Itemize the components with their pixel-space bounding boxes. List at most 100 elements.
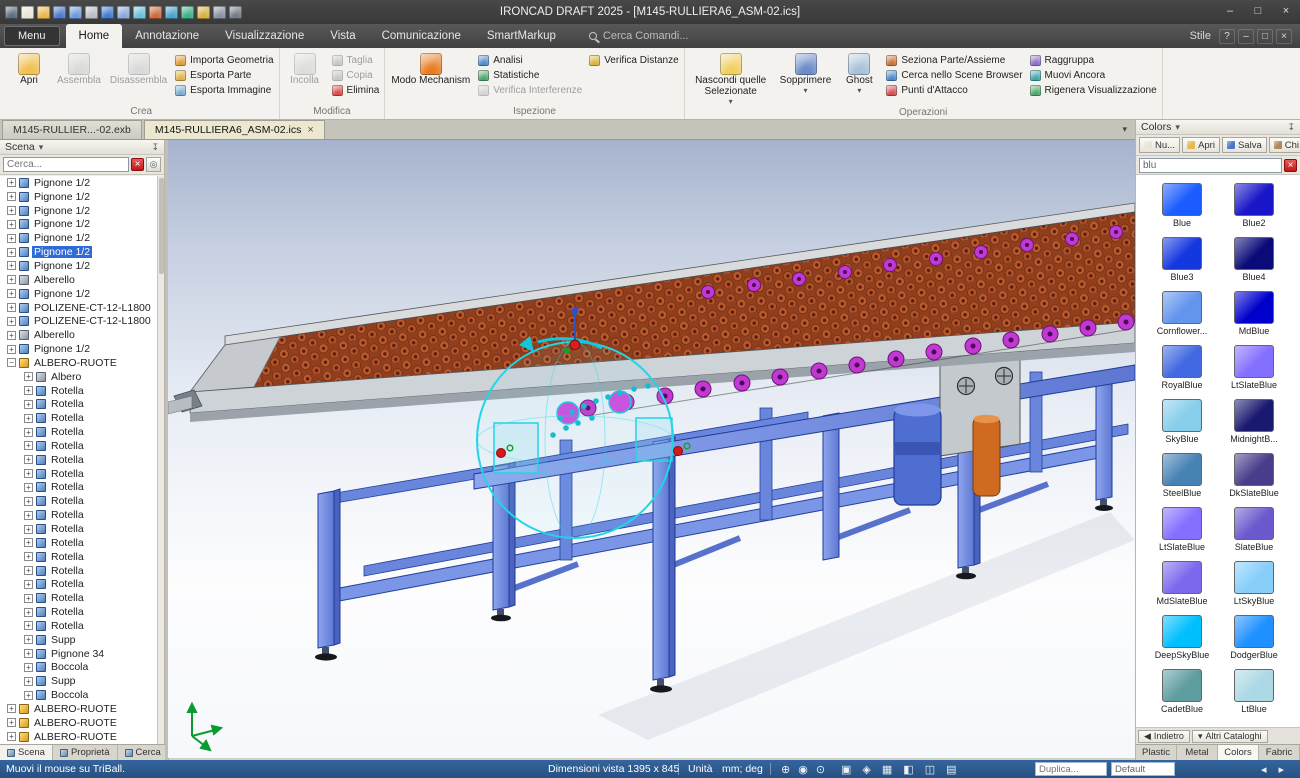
chevron-down-icon[interactable]: ▾ bbox=[39, 142, 44, 153]
tree-item[interactable]: +Rotella bbox=[0, 550, 157, 564]
chevron-down-icon[interactable]: ▾ bbox=[1175, 122, 1180, 133]
tree-item[interactable]: +Rotella bbox=[0, 494, 157, 508]
expand-icon[interactable]: + bbox=[7, 220, 16, 229]
swatch-steelblue[interactable]: SteelBlue bbox=[1148, 453, 1216, 498]
color-swatch[interactable] bbox=[1234, 237, 1274, 270]
panel-tab-cerca[interactable]: Cerca bbox=[118, 745, 169, 760]
tree-item[interactable]: +Alberello bbox=[0, 328, 157, 342]
menu-button[interactable]: Menu bbox=[4, 26, 60, 46]
shading-icon[interactable]: ◉ bbox=[795, 763, 811, 776]
cube-icon[interactable]: ▣ bbox=[838, 763, 854, 776]
expand-icon[interactable]: + bbox=[7, 275, 16, 284]
measure-icon[interactable] bbox=[197, 6, 210, 19]
swatch-dkslateblue[interactable]: DkSlateBlue bbox=[1220, 453, 1288, 498]
expand-icon[interactable]: + bbox=[7, 289, 16, 298]
tree-item[interactable]: +Pignone 1/2 bbox=[0, 259, 157, 273]
color-swatch[interactable] bbox=[1162, 291, 1202, 324]
clear-colors-search-icon[interactable]: × bbox=[1284, 159, 1297, 172]
color-swatch[interactable] bbox=[1234, 669, 1274, 702]
color-swatch[interactable] bbox=[1162, 237, 1202, 270]
button-cerca-nello-scene-browser[interactable]: Cerca nello Scene Browser bbox=[884, 70, 1024, 81]
expand-icon[interactable]: + bbox=[24, 483, 33, 492]
catalog-tab-fabric[interactable]: Fabric bbox=[1259, 745, 1300, 760]
tree-item[interactable]: +ALBERO-RUOTE bbox=[0, 716, 157, 730]
expand-icon[interactable]: + bbox=[7, 303, 16, 312]
tree-item[interactable]: +Alberello bbox=[0, 273, 157, 287]
button-importa-geometria[interactable]: Importa Geometria bbox=[173, 55, 275, 66]
expand-icon[interactable]: + bbox=[7, 206, 16, 215]
tree-item[interactable]: +Pignone 34 bbox=[0, 647, 157, 661]
swatch-mdslateblue[interactable]: MdSlateBlue bbox=[1148, 561, 1216, 606]
swatch-ltskyblue[interactable]: LtSkyBlue bbox=[1220, 561, 1288, 606]
button-taglia[interactable]: Taglia bbox=[330, 55, 382, 66]
tree-item[interactable]: +ALBERO-RUOTE bbox=[0, 702, 157, 716]
tree-item[interactable]: +Rotella bbox=[0, 508, 157, 522]
undo-icon[interactable] bbox=[101, 6, 114, 19]
swatch-cornflower[interactable]: Cornflower... bbox=[1148, 291, 1216, 336]
tree-item[interactable]: +ALBERO-RUOTE bbox=[0, 730, 157, 744]
button-nu[interactable]: Nu... bbox=[1139, 137, 1180, 153]
tree-item[interactable]: +POLIZENE-CT-12-L1800 bbox=[0, 314, 157, 328]
swatch-cadetblue[interactable]: CadetBlue bbox=[1148, 669, 1216, 714]
doc-tab-m145-rullier-02-exb[interactable]: M145-RULLIER...-02.exb bbox=[2, 120, 142, 139]
button-elimina[interactable]: Elimina bbox=[330, 85, 382, 96]
tree-item[interactable]: +Rotella bbox=[0, 619, 157, 633]
save-all-icon[interactable] bbox=[69, 6, 82, 19]
tree-item[interactable]: +Rotella bbox=[0, 536, 157, 550]
minimize-button[interactable]: – bbox=[1216, 2, 1244, 22]
button-raggruppa[interactable]: Raggruppa bbox=[1028, 55, 1159, 66]
swatch-royalblue[interactable]: RoyalBlue bbox=[1148, 345, 1216, 390]
help-icon[interactable]: ? bbox=[1219, 29, 1235, 44]
color-swatch[interactable] bbox=[1162, 183, 1202, 216]
button-nascondi-quelle-selezionate[interactable]: Nascondi quelle Selezionate▾ bbox=[688, 51, 774, 107]
button-rigenera-visualizzazione[interactable]: Rigenera Visualizzazione bbox=[1028, 85, 1159, 96]
expand-icon[interactable]: + bbox=[7, 248, 16, 257]
status-field-2[interactable] bbox=[1111, 762, 1175, 776]
tree-item[interactable]: +Pignone 1/2 bbox=[0, 231, 157, 245]
expand-icon[interactable]: + bbox=[24, 538, 33, 547]
button-esporta-parte[interactable]: Esporta Parte bbox=[173, 70, 275, 81]
clear-search-icon[interactable]: × bbox=[131, 158, 144, 171]
expand-icon[interactable]: + bbox=[7, 732, 16, 741]
expand-icon[interactable]: + bbox=[24, 497, 33, 506]
tree-item[interactable]: +Rotella bbox=[0, 398, 157, 412]
window-icon[interactable]: ◫ bbox=[922, 763, 938, 776]
half-shade-icon[interactable]: ◧ bbox=[900, 763, 916, 776]
print-icon[interactable] bbox=[85, 6, 98, 19]
swatch-ltblue[interactable]: LtBlue bbox=[1220, 669, 1288, 714]
target-icon[interactable]: ⊙ bbox=[813, 763, 828, 776]
grid-icon[interactable] bbox=[165, 6, 178, 19]
pin-icon[interactable]: ↧ bbox=[151, 142, 159, 153]
expand-icon[interactable]: + bbox=[7, 345, 16, 354]
swatch-dodgerblue[interactable]: DodgerBlue bbox=[1220, 615, 1288, 660]
command-search[interactable]: Cerca Comandi... bbox=[589, 30, 689, 42]
tree-item[interactable]: +Rotella bbox=[0, 564, 157, 578]
new-document-icon[interactable] bbox=[21, 6, 34, 19]
panel-tab-scena[interactable]: Scena bbox=[0, 745, 53, 760]
color-swatch[interactable] bbox=[1162, 345, 1202, 378]
close-tab-icon[interactable]: × bbox=[307, 125, 313, 135]
color-swatch[interactable] bbox=[1162, 669, 1202, 702]
grid-icon[interactable]: ▦ bbox=[879, 763, 895, 776]
button-copia[interactable]: Copia bbox=[330, 70, 382, 81]
swatch-ltslateblue[interactable]: LtSlateBlue bbox=[1220, 345, 1288, 390]
color-swatch[interactable] bbox=[1234, 507, 1274, 540]
tree-item[interactable]: +Supp bbox=[0, 674, 157, 688]
tree-item[interactable]: +Rotella bbox=[0, 411, 157, 425]
expand-icon[interactable]: + bbox=[7, 178, 16, 187]
color-swatch[interactable] bbox=[1162, 561, 1202, 594]
expand-icon[interactable]: + bbox=[24, 580, 33, 589]
button-altri-cataloghi[interactable]: ▾Altri Cataloghi bbox=[1192, 730, 1268, 743]
tab-vista[interactable]: Vista bbox=[317, 24, 368, 48]
color-swatch[interactable] bbox=[1234, 561, 1274, 594]
button-verifica-interferenze[interactable]: Verifica Interferenze bbox=[476, 85, 584, 96]
viewport-3d[interactable] bbox=[168, 140, 1135, 758]
tab-home[interactable]: Home bbox=[66, 24, 123, 48]
button-indietro[interactable]: ◀Indietro bbox=[1138, 730, 1190, 743]
tab-smartmarkup[interactable]: SmartMarkup bbox=[474, 24, 569, 48]
expand-icon[interactable]: + bbox=[24, 635, 33, 644]
tab-list-dropdown-icon[interactable]: ▾ bbox=[1122, 124, 1127, 135]
tree-item[interactable]: +Pignone 1/2 bbox=[0, 245, 157, 259]
expand-icon[interactable]: + bbox=[24, 441, 33, 450]
expand-icon[interactable]: + bbox=[24, 511, 33, 520]
